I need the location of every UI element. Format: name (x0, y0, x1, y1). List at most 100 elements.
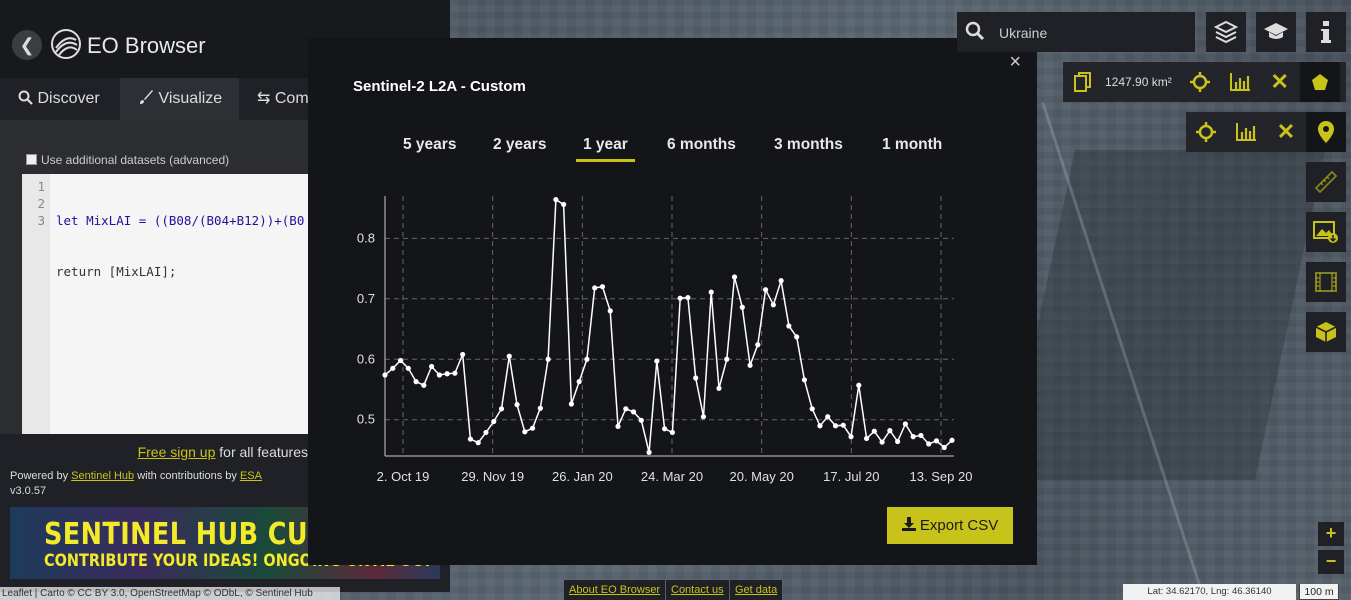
additional-datasets-checkbox[interactable]: Use additional datasets (advanced) (26, 153, 229, 167)
signup-link[interactable]: Free sign up (138, 444, 216, 460)
copy-icon[interactable] (1063, 62, 1103, 102)
period-5-years[interactable]: 5 years (403, 136, 456, 154)
get-data-link[interactable]: Get data (735, 584, 777, 596)
measure-button[interactable] (1306, 162, 1346, 202)
poi-toolbar: ✕ (1186, 112, 1346, 152)
data-point (592, 285, 598, 291)
tab-label: Visualize (158, 90, 223, 107)
data-point (817, 423, 823, 429)
data-point (910, 434, 916, 440)
data-point (685, 294, 691, 301)
data-point (405, 365, 411, 371)
layers-button[interactable] (1206, 12, 1246, 52)
education-button[interactable] (1256, 12, 1296, 52)
arrow-left-icon[interactable]: ❮ (12, 30, 42, 60)
data-point (677, 295, 683, 301)
checkbox-box[interactable] (26, 154, 37, 165)
sentinel-hub-link[interactable]: Sentinel Hub (71, 470, 134, 482)
data-point (599, 284, 606, 290)
compare-arrows-icon: ⇆ (257, 90, 271, 107)
timelapse-button[interactable] (1306, 262, 1346, 302)
download-icon (901, 517, 916, 531)
export-csv-button[interactable]: Export CSV (887, 507, 1013, 544)
data-point (514, 402, 520, 408)
data-point (460, 351, 466, 358)
period-3-months[interactable]: 3 months (774, 136, 843, 154)
x-tick-label: 26. Jan 20 (552, 469, 613, 484)
tab-compare[interactable]: ⇆ Com (239, 78, 319, 120)
period-1-year[interactable]: 1 year (576, 136, 635, 162)
about-link[interactable]: About EO Browser (569, 584, 660, 596)
export-label: Export CSV (919, 517, 999, 534)
data-point (498, 406, 505, 412)
about-link-box: About EO Browser (564, 580, 666, 600)
data-point (568, 401, 575, 407)
3d-view-button[interactable] (1306, 312, 1346, 352)
data-point (607, 308, 613, 314)
data-point (786, 323, 792, 329)
coordinates-readout: Lat: 34.62170, Lng: 46.36140 (1123, 584, 1296, 600)
data-point (669, 429, 675, 436)
esa-link[interactable]: ESA (240, 470, 262, 482)
powered-mid: with contributions by (134, 470, 240, 482)
data-point (382, 372, 388, 378)
data-point (662, 426, 668, 432)
code-lines[interactable]: let MixLAI = ((B08/(B04+B12))+(B0 return… (56, 178, 304, 348)
info-button[interactable] (1306, 12, 1346, 52)
tab-visualize[interactable]: Visualize (120, 78, 239, 120)
map-field-shadow (1004, 150, 1326, 480)
remove-point-icon[interactable]: ✕ (1266, 112, 1306, 152)
chart-modal: Sentinel-2 L2A - Custom × 5 years 2 year… (308, 38, 1037, 565)
getdata-link-box: Get data (730, 580, 783, 600)
data-point (421, 382, 427, 388)
y-tick-label: 0.5 (357, 412, 375, 427)
tab-label: Com (274, 90, 309, 107)
search-input[interactable]: Ukraine (999, 25, 1047, 41)
data-point (856, 382, 862, 388)
data-point (949, 437, 955, 443)
data-point (770, 302, 776, 308)
data-point (700, 414, 707, 420)
period-1-month[interactable]: 1 month (882, 136, 942, 154)
statistics-chart-icon[interactable] (1226, 112, 1266, 152)
aoi-toolbar: 1247.90 km² ✕ (1063, 62, 1346, 102)
data-point (863, 435, 870, 442)
period-2-years[interactable]: 2 years (493, 136, 546, 154)
zoom-in-button[interactable]: + (1318, 522, 1344, 546)
line-number: 2 (37, 196, 45, 211)
center-map-icon[interactable] (1186, 112, 1226, 152)
data-point (553, 197, 559, 203)
map-pin-icon[interactable] (1306, 112, 1346, 152)
y-tick-label: 0.8 (357, 230, 375, 245)
code-line-1: let MixLAI = ((B08/(B04+B12))+(B0 (56, 213, 305, 228)
data-point (794, 334, 800, 340)
code-editor[interactable]: 1 2 3 let MixLAI = ((B08/(B04+B12))+(B0 … (22, 174, 312, 434)
search-icon (18, 90, 33, 105)
data-point (871, 428, 877, 434)
data-point (483, 429, 489, 436)
x-tick-label: 13. Sep 20 (910, 469, 973, 484)
download-image-button[interactable] (1306, 212, 1346, 252)
location-search[interactable]: Ukraine (957, 12, 1195, 52)
code-line-2: return [MixLAI]; (56, 264, 177, 279)
area-value: 1247.90 km² (1105, 75, 1172, 89)
period-6-months[interactable]: 6 months (667, 136, 736, 154)
data-point (926, 441, 932, 447)
data-point (506, 353, 512, 359)
image-download-icon (1313, 221, 1338, 243)
data-point (902, 421, 908, 427)
tab-discover[interactable]: Discover (0, 78, 120, 120)
line-gutter: 1 2 3 (22, 174, 50, 434)
line-number: 3 (37, 213, 45, 228)
data-point (467, 436, 474, 442)
polygon-icon[interactable] (1299, 62, 1340, 102)
data-point (747, 362, 753, 368)
statistics-chart-icon[interactable] (1220, 62, 1260, 102)
zoom-out-button[interactable]: − (1318, 550, 1344, 574)
data-point (840, 422, 846, 428)
close-icon[interactable]: × (1009, 51, 1021, 74)
center-map-icon[interactable] (1180, 62, 1220, 102)
remove-area-icon[interactable]: ✕ (1260, 62, 1300, 102)
data-point (623, 406, 629, 412)
contact-link[interactable]: Contact us (671, 584, 724, 596)
